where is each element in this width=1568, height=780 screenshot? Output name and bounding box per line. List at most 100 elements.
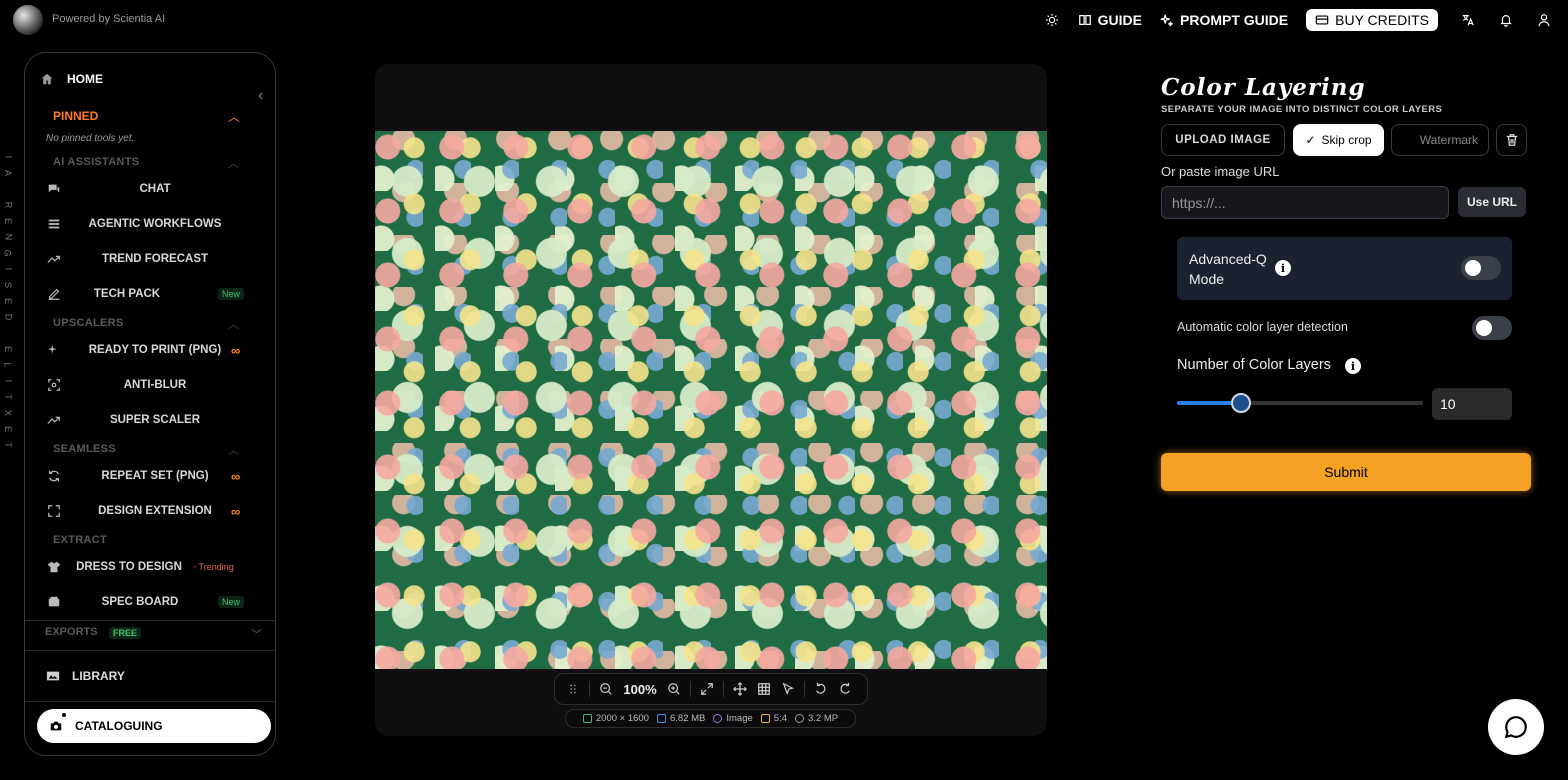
dimensions-label: 2000 × 1600 xyxy=(595,713,649,724)
shirt-icon xyxy=(46,559,62,575)
chevron-down-icon[interactable]: ﹀ xyxy=(251,626,262,642)
ratio-label: 5:4 xyxy=(773,713,787,724)
grid-icon[interactable] xyxy=(752,677,776,701)
library-label: LIBRARY xyxy=(72,669,125,683)
app-logo[interactable] xyxy=(13,5,43,35)
trend-icon xyxy=(46,251,62,267)
side-letter: I xyxy=(2,379,13,383)
sidebar-item-label: REPEAT SET (PNG) xyxy=(101,470,209,482)
side-letter: E xyxy=(2,425,13,433)
sidebar-item-home[interactable]: HOME xyxy=(41,72,103,86)
side-letter: R xyxy=(3,201,13,209)
use-url-button[interactable]: Use URL xyxy=(1458,187,1526,217)
size-info: 6.82 MB xyxy=(656,713,705,724)
sidebar-item-label: SPEC BOARD xyxy=(101,596,179,608)
image-url-input[interactable] xyxy=(1161,186,1449,219)
chevron-up-icon[interactable]: ︿ xyxy=(228,155,239,171)
user-icon[interactable] xyxy=(1536,12,1552,28)
sidebar-item-super-scaler[interactable]: SUPER SCALER xyxy=(25,406,275,434)
refresh-icon xyxy=(46,468,62,484)
fullscreen-icon[interactable] xyxy=(695,677,719,701)
info-icon[interactable]: i xyxy=(1275,260,1291,276)
prompt-guide-link[interactable]: PROMPT GUIDE xyxy=(1160,12,1288,28)
buy-credits-button[interactable]: BUY CREDITS xyxy=(1306,9,1438,31)
book-icon xyxy=(1078,15,1091,25)
zoom-in-icon[interactable] xyxy=(662,677,686,701)
file-icon xyxy=(656,714,666,723)
zoom-out-icon[interactable] xyxy=(594,677,618,701)
pinned-section-title[interactable]: PINNED xyxy=(53,109,98,123)
image-canvas xyxy=(375,64,1047,736)
sparkle-icon xyxy=(1160,14,1173,27)
type-label: Image xyxy=(726,713,753,724)
side-letter: T xyxy=(3,394,13,400)
sidebar-collapse-icon[interactable]: ‹ xyxy=(258,87,263,105)
chevron-up-icon[interactable]: ︿ xyxy=(228,442,239,458)
sidebar-item-repeat-set[interactable]: REPEAT SET (PNG) ∞ xyxy=(25,462,275,490)
sidebar-item-label: DRESS TO DESIGN xyxy=(76,561,182,573)
section-extract[interactable]: EXTRACT xyxy=(53,534,107,546)
section-ai-assistants[interactable]: AI ASSISTANTS xyxy=(53,156,139,168)
delete-button[interactable] xyxy=(1496,124,1527,156)
new-badge: New xyxy=(218,596,245,608)
section-seamless[interactable]: SEAMLESS xyxy=(53,443,116,455)
guide-link[interactable]: GUIDE xyxy=(1078,12,1142,28)
sidebar-item-tech-pack[interactable]: TECH PACK New xyxy=(25,280,275,308)
side-letter: I xyxy=(2,155,13,159)
pan-icon[interactable] xyxy=(728,677,752,701)
trending-badge: ◦ Trending xyxy=(193,562,234,572)
board-icon xyxy=(46,594,62,610)
upload-image-button[interactable]: UPLOAD IMAGE xyxy=(1161,124,1285,156)
page-title: Color Layering xyxy=(1161,74,1366,101)
cataloguing-button[interactable]: CATALOGUING xyxy=(37,709,271,743)
expand-icon xyxy=(46,503,62,519)
sun-icon[interactable] xyxy=(1044,12,1060,28)
floral-pattern-image[interactable] xyxy=(375,131,1047,669)
home-icon xyxy=(41,73,53,85)
bell-icon[interactable] xyxy=(1498,12,1514,28)
sidebar-item-trend-forecast[interactable]: TREND FORECAST xyxy=(25,245,275,273)
section-exports[interactable]: EXPORTS xyxy=(45,626,98,638)
sidebar-item-chat[interactable]: CHAT xyxy=(25,175,275,203)
watermark-toggle[interactable]: Watermark xyxy=(1391,124,1489,156)
sidebar-item-spec-board[interactable]: SPEC BOARD New xyxy=(25,588,275,616)
chat-bubble-icon xyxy=(1504,716,1527,739)
select-pointer-icon[interactable] xyxy=(776,677,800,701)
skip-crop-toggle[interactable]: ✓ Skip crop xyxy=(1293,124,1384,156)
divider xyxy=(25,701,275,702)
sidebar-item-anti-blur[interactable]: ANTI-BLUR xyxy=(25,371,275,399)
undo-icon[interactable] xyxy=(809,677,833,701)
chevron-up-icon[interactable]: ︿ xyxy=(228,316,239,332)
drag-handle-icon[interactable] xyxy=(561,677,585,701)
submit-button[interactable]: Submit xyxy=(1161,453,1531,491)
ratio-info: 5:4 xyxy=(760,713,787,724)
slider-handle[interactable] xyxy=(1230,393,1251,413)
chat-button[interactable] xyxy=(1488,699,1544,755)
translate-icon[interactable] xyxy=(1460,12,1476,28)
chevron-up-icon[interactable]: ︿ xyxy=(228,108,240,125)
vertical-brand-text: TEXTILE DESIGNER AI xyxy=(2,150,14,452)
megapixels-info: 3.2 MP xyxy=(795,713,838,724)
sidebar-item-ready-to-print[interactable]: READY TO PRINT (PNG) ∞ xyxy=(25,336,275,364)
side-letter: E xyxy=(2,217,13,225)
sidebar-item-label: AGENTIC WORKFLOWS xyxy=(88,218,222,230)
type-info: Image xyxy=(713,713,753,724)
auto-detection-toggle[interactable] xyxy=(1472,316,1512,340)
divider xyxy=(25,620,275,621)
section-upscalers[interactable]: UPSCALERS xyxy=(53,317,124,329)
side-letter: L xyxy=(2,362,13,368)
info-icon[interactable]: i xyxy=(1345,358,1361,374)
divider xyxy=(25,650,275,651)
sidebar-item-design-extension[interactable]: DESIGN EXTENSION ∞ xyxy=(25,497,275,525)
sidebar-item-agentic-workflows[interactable]: AGENTIC WORKFLOWS xyxy=(25,210,275,238)
camera-icon xyxy=(50,721,62,731)
megapixels-label: 3.2 MP xyxy=(808,713,839,724)
advanced-mode-label: Advanced-Q Mode xyxy=(1189,251,1267,287)
advanced-mode-toggle[interactable] xyxy=(1461,256,1501,280)
chat-icon xyxy=(46,181,62,197)
sidebar-item-dress-to-design[interactable]: DRESS TO DESIGN ◦ Trending xyxy=(25,553,275,581)
sidebar-item-label: TECH PACK xyxy=(93,288,161,300)
color-layers-input[interactable] xyxy=(1432,388,1512,420)
sidebar-item-library[interactable]: LIBRARY xyxy=(46,669,125,683)
redo-icon[interactable] xyxy=(833,677,857,701)
